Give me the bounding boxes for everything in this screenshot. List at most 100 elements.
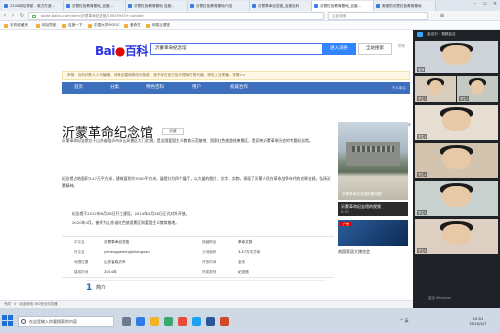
menu-icon[interactable]: ≡: [438, 12, 446, 20]
fav-mooc[interactable]: 中国大学MOOC: [88, 22, 120, 29]
baike-search-input[interactable]: 沂蒙革命纪念馆: [150, 43, 322, 55]
participant-name: 学生1: [417, 96, 428, 101]
tab-2345[interactable]: 2345网址导航 - 致力打造...: [2, 1, 64, 11]
minimize-icon[interactable]: –: [470, 0, 480, 9]
collect-button[interactable]: 收藏: [162, 128, 184, 135]
info-value: 沂蒙革命纪念馆: [104, 240, 130, 244]
participant-tile[interactable]: 学生6: [415, 219, 498, 254]
maximize-icon[interactable]: ▫: [480, 0, 490, 9]
photo-caption: 沂蒙革命纪念馆的概况图: [342, 192, 382, 196]
memorial-building-image: [346, 142, 400, 166]
participant-tile[interactable]: 学生1: [415, 76, 456, 102]
address-bar: ‹ › ↻ baike.baidu.com/item/沂蒙革命纪念馆/15839…: [0, 11, 500, 21]
windows-start-icon[interactable]: [2, 315, 14, 327]
close-icon[interactable]: ×: [490, 0, 500, 9]
info-row: 外文名 yimenggemingjinianguan 占地面积 3.47万平方米: [62, 249, 334, 256]
tab-favicon: [66, 4, 70, 8]
meeting-icon: [417, 32, 423, 37]
tab-baidu-2[interactable]: 沂蒙红色教育基地 百度...: [126, 1, 188, 11]
tab-beautiful[interactable]: 美丽的沂蒙红色教育基地: [374, 1, 436, 11]
info-value: 山东省临沂市: [104, 260, 126, 264]
nav-users[interactable]: 用户: [192, 82, 201, 94]
fav-iqiyi[interactable]: 爱奇艺: [124, 22, 141, 29]
summary-photo[interactable]: [338, 122, 408, 200]
fav-baidu[interactable]: 百度一下: [62, 22, 82, 29]
enter-entry-button[interactable]: 进入词条: [322, 43, 356, 55]
tab-active[interactable]: 沂蒙红色教育基地_百度...: [312, 1, 374, 11]
search-icon: [21, 319, 26, 324]
tab-favicon: [190, 4, 194, 8]
tab-favicon: [314, 4, 318, 8]
info-value: 2014年: [104, 270, 117, 274]
participant-face: [442, 185, 471, 207]
refresh-icon[interactable]: ↻: [18, 12, 26, 20]
task-view-icon[interactable]: [122, 317, 131, 326]
body-paragraph: 纪念馆占地面积3.47万平方米，建筑面积约7000平方米，展馆分为四个展厅，以大…: [62, 176, 331, 188]
tab-intro[interactable]: 沂蒙红色教育基地介绍: [188, 1, 250, 11]
back-icon[interactable]: ‹: [1, 12, 9, 20]
paw-icon: ●: [114, 44, 125, 58]
lock-icon: [32, 15, 36, 18]
clock-date: 2020/4/7: [469, 321, 487, 326]
taskbar-search-input[interactable]: 在这里输入你要搜索的内容: [18, 316, 114, 327]
video-card[interactable]: 沂蒙革命纪念馆的视频 0:37: [338, 202, 408, 216]
participant-tile[interactable]: 学生2: [457, 76, 498, 102]
info-label: 建成时间: [74, 270, 89, 274]
category-nav: 首页 分类 特色百科 用户 权威合作 个人中心: [62, 82, 410, 94]
nav-partner[interactable]: 权威合作: [230, 82, 248, 94]
catalog-section[interactable]: 1 简介: [86, 280, 326, 293]
browser-tab-bar: 2345网址导航 - 致力打造... 沂蒙红色教育基地_百度... 沂蒙红色教育…: [0, 0, 500, 11]
tab-favicon: [4, 4, 8, 8]
ad-image[interactable]: 广告: [338, 220, 408, 246]
ad-text[interactable]: 南国家居大博览会: [338, 249, 370, 255]
fav-mobile[interactable]: 手机收藏夹: [4, 22, 28, 29]
page-content: Bai●百科 沂蒙革命纪念馆 进入词条 全站搜索 帮助 声明：百科词条人人可编辑…: [0, 30, 413, 308]
disclaimer-notice: 声明：百科词条人人可编辑，词条创建和修改均免费，绝不存在官方及代理商付费代编，请…: [62, 71, 410, 80]
tab-label: 沂蒙革命纪念馆_百度百科: [258, 4, 300, 8]
nav-category[interactable]: 分类: [110, 82, 119, 94]
nav-home[interactable]: 首页: [74, 82, 83, 94]
info-value: yimenggemingjinianguan: [104, 250, 150, 254]
nav-user-center[interactable]: 个人中心: [392, 82, 406, 94]
participant-face: [442, 223, 471, 245]
participant-name: 学生6: [417, 248, 428, 253]
activate-windows-watermark: 激活 Windows: [428, 296, 451, 300]
meeting-panel: 会议中 · 视频会议 老师 学生1 学生2 学生3 学生4 学生5 学生6: [413, 30, 500, 308]
system-tray[interactable]: ^ 英: [400, 318, 409, 324]
tab-baike[interactable]: 沂蒙革命纪念馆_百度百科: [250, 1, 312, 11]
info-label: 中文名: [74, 240, 85, 244]
tab-favicon: [128, 4, 132, 8]
powerpoint-icon[interactable]: [220, 317, 229, 326]
participant-tile[interactable]: 学生5: [415, 181, 498, 216]
participant-tile[interactable]: 老师: [415, 41, 498, 73]
tab-label: 沂蒙红色教育基地_百度...: [72, 4, 114, 8]
browser-icon[interactable]: [136, 317, 145, 326]
forward-icon[interactable]: ›: [9, 12, 17, 20]
meeting-title: 会议中 · 视频会议: [427, 32, 456, 36]
participant-tile[interactable]: 学生4: [415, 143, 498, 178]
file-explorer-icon[interactable]: [150, 317, 159, 326]
catalog-label: 简介: [96, 285, 107, 291]
taskbar-clock[interactable]: 10:01 2020/4/7: [458, 316, 498, 326]
url-field[interactable]: baike.baidu.com/item/沂蒙革命纪念馆/1583994?fr=…: [28, 12, 324, 20]
tab-baidu-1[interactable]: 沂蒙红色教育基地_百度...: [64, 1, 126, 11]
fav-nav[interactable]: 网址导航: [36, 22, 56, 29]
info-label: 开放时间: [202, 260, 217, 264]
app-icon[interactable]: [178, 317, 187, 326]
help-link[interactable]: 帮助: [398, 44, 405, 49]
baidu-baike-logo[interactable]: Bai●百科: [95, 42, 148, 59]
browser-360-icon[interactable]: [164, 317, 173, 326]
word-icon[interactable]: [206, 317, 215, 326]
basic-info-table: 中文名 沂蒙革命纪念馆 馆藏精品 革命文物 外文名 yimenggemingji…: [62, 236, 334, 278]
tab-label: 2345网址导航 - 致力打造...: [10, 4, 55, 8]
info-label: 外文名: [74, 250, 85, 254]
participant-tile[interactable]: 学生3: [415, 105, 498, 140]
fav-163study[interactable]: 网易云课堂: [146, 22, 170, 29]
site-search-button[interactable]: 全站搜索: [358, 43, 392, 55]
nav-featured[interactable]: 特色百科: [146, 82, 164, 94]
toolbar-search-field[interactable]: 点此搜索: [328, 12, 428, 20]
info-row: 中文名 沂蒙革命纪念馆 馆藏精品 革命文物: [62, 239, 334, 246]
info-value[interactable]: 革命文物: [238, 239, 252, 246]
status-bar: 完成 · 0 · 欢迎使用 360安全浏览器: [0, 300, 413, 308]
meeting-app-icon[interactable]: [192, 317, 201, 326]
